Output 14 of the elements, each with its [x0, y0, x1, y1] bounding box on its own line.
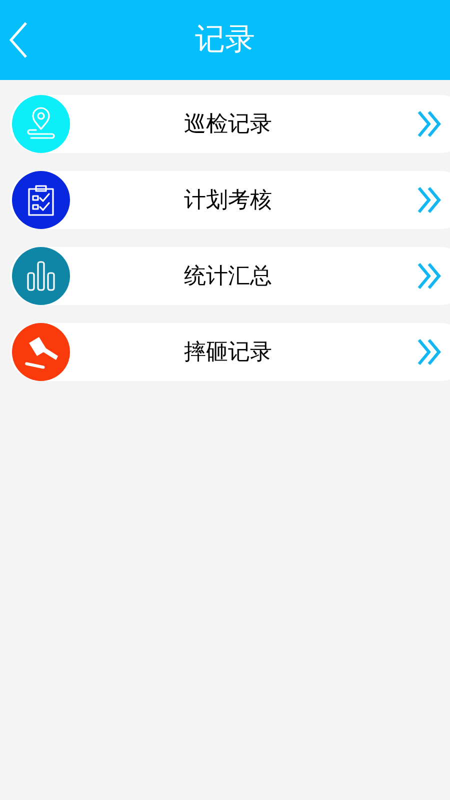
- menu-list-item[interactable]: 摔砸记录: [10, 323, 450, 381]
- bar-chart-icon: [26, 260, 56, 292]
- menu-list-item[interactable]: 计划考核: [10, 171, 450, 229]
- clipboard-icon: [26, 184, 56, 216]
- double-chevron-icon: [416, 261, 442, 291]
- map-pin-icon: [26, 107, 56, 141]
- double-chevron-icon: [416, 109, 442, 139]
- menu-list-item[interactable]: 统计汇总: [10, 247, 450, 305]
- double-chevron-icon: [416, 337, 442, 367]
- double-chevron-icon: [416, 185, 442, 215]
- back-chevron-icon: [8, 21, 28, 59]
- gavel-icon: [23, 335, 59, 369]
- header-title: 记录: [195, 25, 255, 55]
- menu-list-item[interactable]: 巡检记录: [10, 95, 450, 153]
